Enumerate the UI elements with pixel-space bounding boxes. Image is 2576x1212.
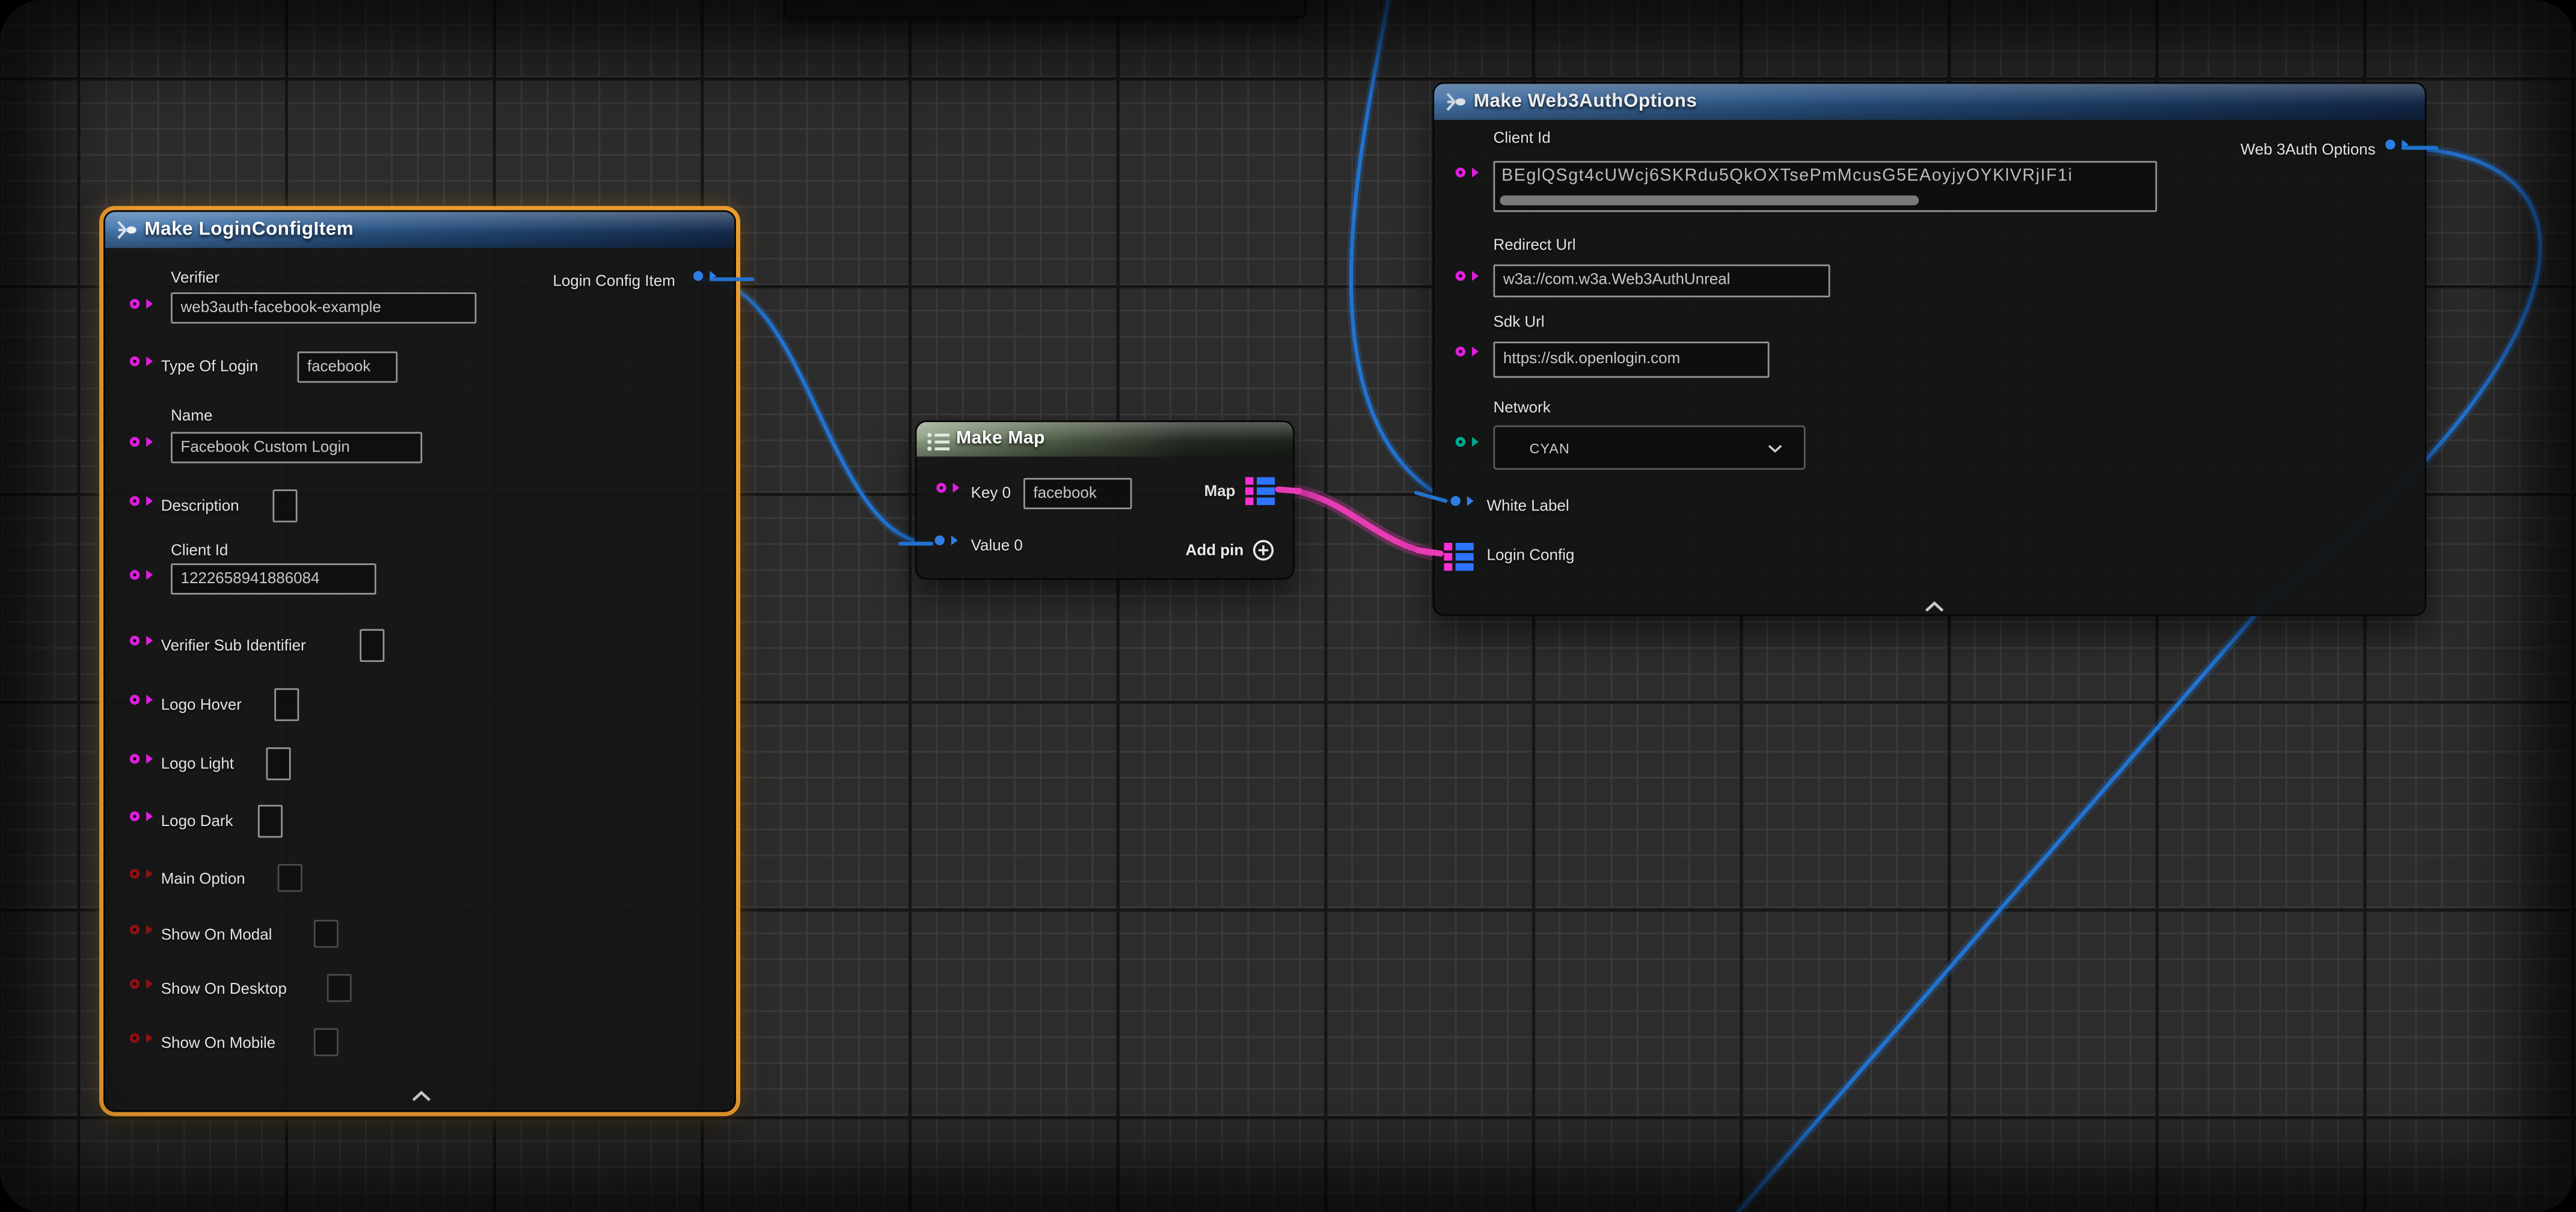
input-pin-network[interactable] [1456,437,1465,447]
sdk-url-field[interactable]: https://sdk.openlogin.com [1493,341,1769,378]
pin-label-show-on-modal: Show On Modal [161,926,272,944]
pin-label-redirect-url: Redirect Url [1493,236,1575,254]
wire-loginconfigitem-to-value0[interactable] [702,279,933,543]
input-pin-sdk-url[interactable] [1456,346,1465,356]
pin-label-logo-hover: Logo Hover [161,696,242,714]
node-make-web3authoptions[interactable]: Make Web3AuthOptions Web 3Auth Options C… [1432,82,2426,616]
blueprint-canvas[interactable]: Make LoginConfigItem Login Config Item V… [0,0,2576,1212]
node-title: Make Map [917,422,1293,456]
show-on-mobile-checkbox[interactable] [314,1028,339,1056]
make-map-icon [927,430,951,457]
input-pin-client-id[interactable] [130,570,140,580]
pin-label-client-id: Client Id [171,542,228,560]
node-title: Make Web3AuthOptions [1434,84,2424,120]
show-on-modal-checkbox[interactable] [314,920,339,947]
output-pin-map[interactable] [1245,476,1277,514]
input-pin-show-on-desktop[interactable] [130,979,140,988]
input-pin-client-id[interactable] [1456,168,1465,177]
make-struct-icon [1444,90,1467,120]
pin-label-show-on-mobile: Show On Mobile [161,1035,275,1053]
input-pin-description[interactable] [130,496,140,506]
node-make-loginconfigitem[interactable]: Make LoginConfigItem Login Config Item V… [103,210,736,1112]
pin-label-logo-dark: Logo Dark [161,813,233,831]
input-pin-name[interactable] [130,437,140,447]
make-struct-icon [115,218,138,248]
key-0-field[interactable]: facebook [1023,478,1132,509]
pin-label-name: Name [171,408,212,426]
pin-label-verifier: Verifier [171,269,219,287]
logo-dark-field[interactable] [258,805,283,838]
pin-label-description: Description [161,498,239,516]
pin-label-show-on-desktop: Show On Desktop [161,981,287,999]
blueprint-editor: Make LoginConfigItem Login Config Item V… [0,0,2576,1212]
type-of-login-field[interactable]: facebook [298,352,398,383]
pin-label-white-label: White Label [1487,498,1569,516]
collapse-node-button[interactable] [1924,592,1945,621]
pin-label-web3auth-options: Web 3Auth Options [2240,141,2376,159]
verifier-field[interactable]: web3auth-facebook-example [171,292,476,323]
pin-label-login-config-item: Login Config Item [553,273,675,291]
input-pin-value-0[interactable] [935,536,945,545]
input-pin-verifier[interactable] [130,299,140,308]
show-on-desktop-checkbox[interactable] [327,974,352,1002]
input-pin-show-on-mobile[interactable] [130,1033,140,1042]
node-partial-top[interactable] [784,0,1306,18]
node-header: Make LoginConfigItem [105,212,734,248]
pin-label-login-config: Login Config [1487,547,1575,565]
node-title: Make LoginConfigItem [105,212,734,248]
node-make-map[interactable]: Make Map Key 0 facebook Map Value 0 Add … [915,420,1295,580]
main-option-checkbox[interactable] [278,864,302,892]
chevron-up-icon [1924,601,1945,613]
output-pin-login-config-item[interactable] [693,271,703,281]
client-id-field[interactable]: BEglQSgt4cUWcj6SKRdu5QkOXTsePmMcusG5EAoy… [1493,161,2157,212]
input-pin-main-option[interactable] [130,869,140,878]
input-pin-logo-dark[interactable] [130,812,140,821]
client-id-value: BEglQSgt4cUWcj6SKRdu5QkOXTsePmMcusG5EAoy… [1501,166,2152,186]
redirect-url-field[interactable]: w3a://com.w3a.Web3AuthUnreal [1493,265,1830,298]
add-pin-button[interactable]: Add pin [1186,539,1275,562]
pin-label-verifier-sub-identifier: Verifier Sub Identifier [161,637,306,655]
collapse-node-button[interactable] [411,1081,432,1110]
chevron-up-icon [411,1091,432,1102]
pin-label-value-0: Value 0 [971,537,1023,555]
logo-light-field[interactable] [266,747,291,780]
input-pin-redirect-url[interactable] [1456,271,1465,281]
output-pin-web3auth-options[interactable] [2385,139,2395,149]
pin-label-key-0: Key 0 [971,485,1011,503]
pin-label-type-of-login: Type Of Login [161,358,259,376]
input-pin-type-of-login[interactable] [130,357,140,366]
pin-label-main-option: Main Option [161,871,245,889]
pin-label-sdk-url: Sdk Url [1493,314,1544,332]
network-selected-value: CYAN [1530,439,1570,456]
node-header: Make Web3AuthOptions [1434,84,2424,120]
input-pin-key-0[interactable] [936,483,946,492]
client-id-scrollbar[interactable] [1500,195,1919,205]
pin-label-map: Map [1204,483,1236,501]
client-id-field[interactable]: 1222658941886084 [171,563,376,595]
pin-label-network: Network [1493,399,1550,417]
network-dropdown[interactable]: CYAN [1493,426,1805,470]
logo-hover-field[interactable] [274,688,299,721]
input-pin-logo-hover[interactable] [130,695,140,705]
input-pin-white-label[interactable] [1450,496,1460,506]
input-pin-show-on-modal[interactable] [130,925,140,934]
name-field[interactable]: Facebook Custom Login [171,432,422,464]
input-pin-login-config[interactable] [1444,542,1476,580]
map-pin-icon [1444,542,1476,572]
chevron-down-icon [1768,430,1783,460]
input-pin-verifier-sub-identifier[interactable] [130,635,140,645]
add-pin-label: Add pin [1186,541,1244,559]
add-pin-icon [1252,539,1275,562]
verifier-sub-identifier-field[interactable] [360,629,384,662]
description-field[interactable] [273,489,298,522]
input-pin-logo-light[interactable] [130,754,140,764]
pin-label-logo-light: Logo Light [161,756,234,774]
map-pin-icon [1245,476,1277,506]
node-header: Make Map [917,422,1293,456]
pin-label-client-id: Client Id [1493,130,1550,148]
